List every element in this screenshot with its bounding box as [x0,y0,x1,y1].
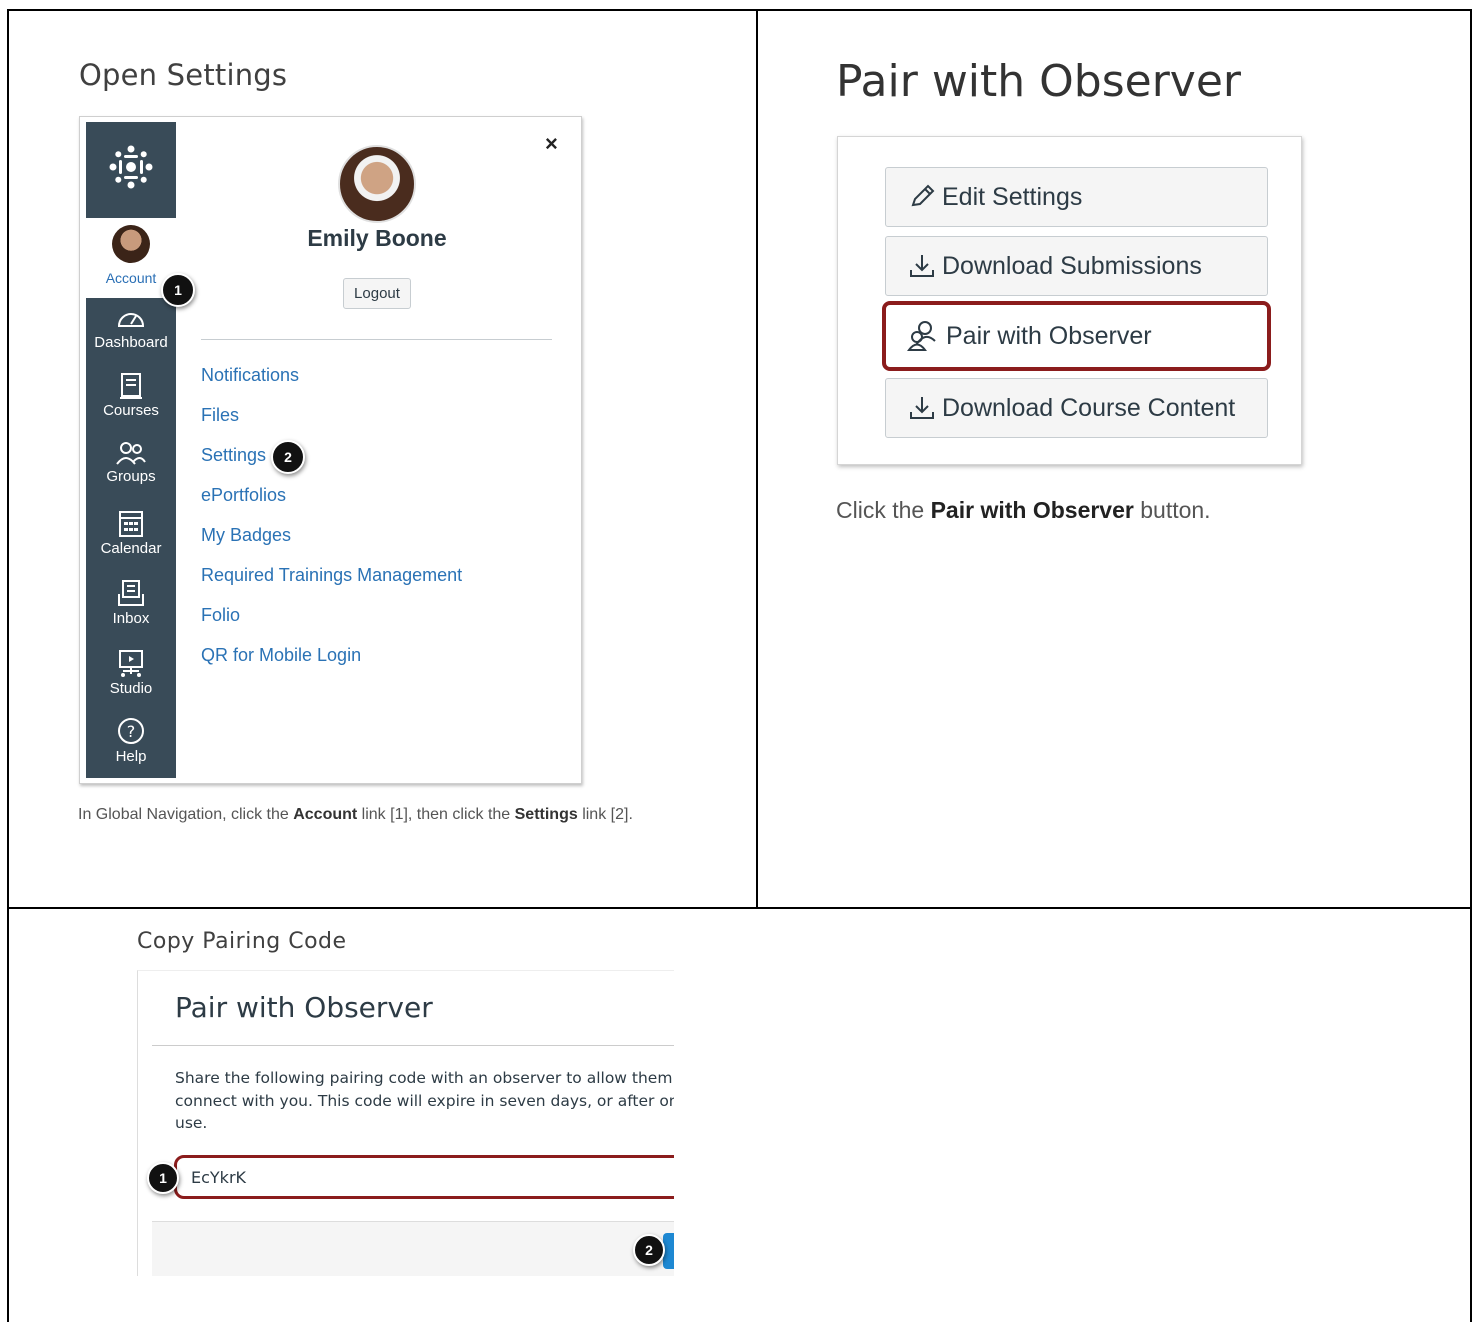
dialog-description: Share the following pairing code with an… [175,1069,674,1132]
close-icon[interactable]: × [545,131,558,157]
step-badge-2: 2 [633,1234,665,1266]
pairing-code-value: EcYkrK [191,1167,247,1187]
download-submissions-button[interactable]: Download Submissions [885,236,1268,296]
nav-item-groups[interactable]: Groups [86,440,176,508]
nav-item-courses[interactable]: Courses [86,372,176,440]
download-course-content-button[interactable]: Download Course Content [885,378,1268,438]
link-notifications[interactable]: Notifications [201,365,299,386]
nav-label: Calendar [100,540,162,557]
dashboard-icon [117,313,145,327]
pair-with-observer-button[interactable]: Pair with Observer [882,301,1271,371]
account-avatar [112,225,150,263]
canvas-logo-icon[interactable] [86,122,176,212]
dialog-divider [152,1045,674,1046]
button-label: Download Submissions [942,251,1202,280]
nav-item-help[interactable]: ? Help [86,716,176,784]
edit-settings-button[interactable]: Edit Settings [885,167,1268,227]
nav-label: Help [115,748,147,765]
link-folio[interactable]: Folio [201,605,240,626]
observer-icon [907,321,936,351]
help-icon: ? [118,718,144,744]
pencil-icon [911,184,935,207]
panel1-title: Open Settings [79,58,288,92]
nav-label: Dashboard [94,334,168,351]
nav-item-dashboard[interactable]: Dashboard [86,306,176,374]
profile-avatar [338,145,416,223]
nav-label: Groups [106,468,156,485]
panel1-caption: In Global Navigation, click the Account … [78,806,633,823]
groups-icon [116,442,146,465]
calendar-icon [119,511,143,537]
nav-label: Studio [109,680,153,697]
download-icon [910,397,934,419]
logout-button[interactable]: Logout [343,278,411,309]
panel3-title: Copy Pairing Code [137,929,347,954]
pairing-code-dialog-screenshot: Pair with Observer Share the following p… [137,970,674,1276]
link-my-badges[interactable]: My Badges [201,525,291,546]
link-required-trainings[interactable]: Required Trainings Management [201,565,462,586]
download-icon [910,255,934,277]
link-settings[interactable]: Settings [201,445,266,466]
link-eportfolios[interactable]: ePortfolios [201,485,286,506]
button-label: Pair with Observer [946,321,1152,350]
button-label: Download Course Content [942,393,1236,422]
nav-item-inbox[interactable]: Inbox [86,578,176,646]
nav-label: Inbox [112,610,150,627]
global-navigation: Account Dashboard Courses Groups Calenda… [86,122,176,778]
courses-icon [120,373,142,399]
profile-divider [201,339,552,340]
inbox-icon [118,580,144,606]
table-divider-horizontal [7,907,1472,909]
dialog-footer [152,1221,674,1276]
table-border-left [7,9,9,1322]
nav-label: Courses [103,402,159,419]
link-files[interactable]: Files [201,405,239,426]
link-qr-mobile-login[interactable]: QR for Mobile Login [201,645,361,666]
dialog-title: Pair with Observer [175,991,433,1024]
nav-item-calendar[interactable]: Calendar [86,508,176,576]
step-badge-1: 1 [161,273,195,307]
studio-icon [119,650,143,677]
table-border-right [1470,9,1472,1322]
table-divider-vertical [756,9,758,909]
nav-item-studio[interactable]: Studio [86,648,176,716]
step-badge-2: 2 [271,440,305,474]
panel2-title: Pair with Observer [836,56,1242,107]
step-badge-1: 1 [147,1162,179,1194]
table-border-top [7,9,1472,11]
svg-text:?: ? [127,722,136,741]
profile-name: Emily Boone [307,225,447,251]
user-settings-buttons-screenshot: Edit Settings Download Submissions Pair … [837,136,1302,465]
account-tray-screenshot: Account Dashboard Courses Groups Calenda… [79,116,582,784]
button-label: Edit Settings [942,182,1083,211]
panel2-caption: Click the Pair with Observer button. [836,497,1211,523]
pairing-code-field[interactable]: EcYkrK [174,1155,674,1199]
